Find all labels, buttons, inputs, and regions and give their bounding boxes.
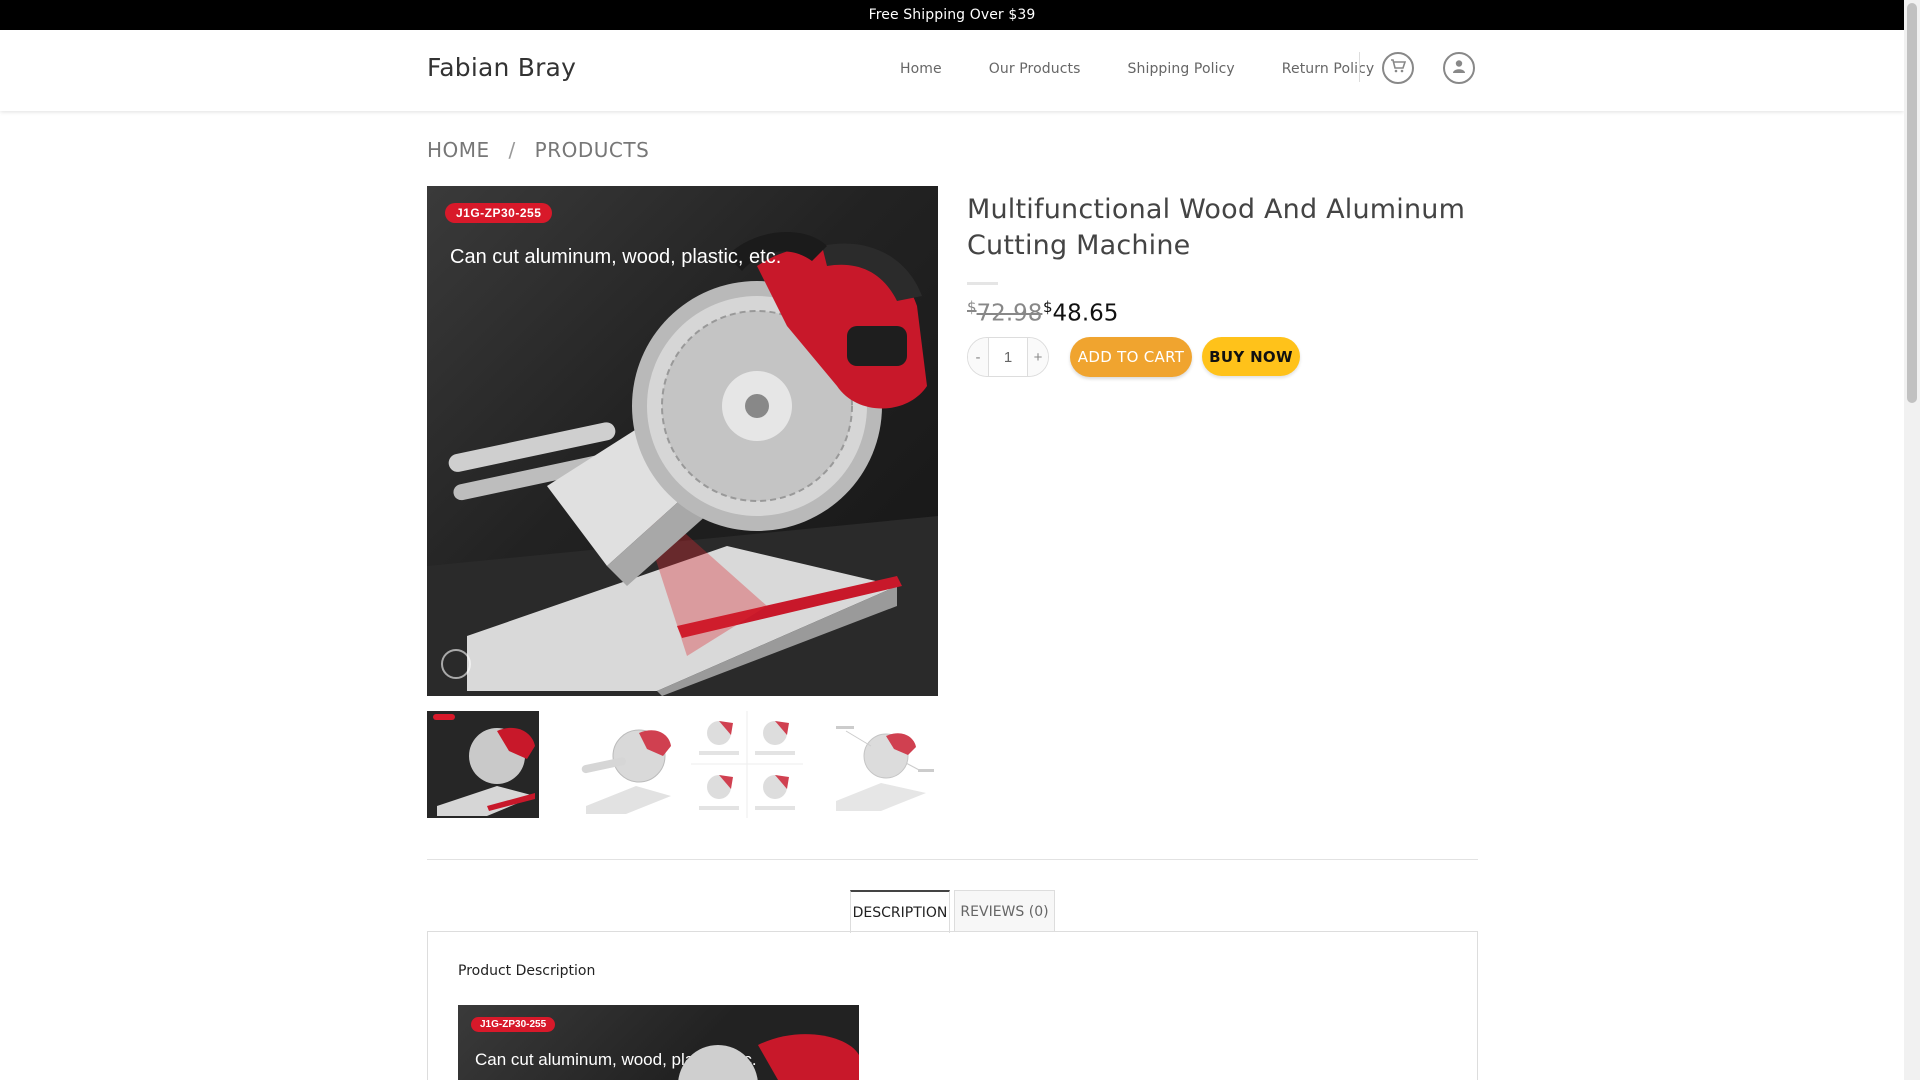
breadcrumb-products[interactable]: PRODUCTS bbox=[535, 138, 650, 162]
breadcrumb-home[interactable]: HOME bbox=[427, 138, 490, 162]
scrollbar-thumb[interactable] bbox=[1907, 3, 1917, 403]
description-image-badge: J1G-ZP30-255 bbox=[471, 1017, 556, 1032]
thumbnail-3[interactable] bbox=[691, 711, 803, 818]
sale-price: $48.65 bbox=[1043, 298, 1118, 327]
quantity-minus-button[interactable]: - bbox=[968, 338, 988, 376]
nav-our-products[interactable]: Our Products bbox=[989, 61, 1081, 77]
product-title: Multifunctional Wood And Aluminum Cuttin… bbox=[967, 194, 1466, 261]
description-image: J1G-ZP30-255 Can cut aluminum, wood, pla… bbox=[458, 1005, 859, 1080]
product-main-image[interactable]: J1G-ZP30-255 Can cut aluminum, wood, pla… bbox=[427, 186, 938, 696]
sale-price-currency: $ bbox=[1043, 298, 1053, 316]
nav-home[interactable]: Home bbox=[900, 61, 942, 77]
tab-reviews[interactable]: REVIEWS (0) bbox=[954, 890, 1055, 932]
nav-divider bbox=[1359, 52, 1360, 82]
account-button[interactable] bbox=[1443, 52, 1475, 84]
cart-button[interactable] bbox=[1382, 52, 1414, 84]
quantity-stepper: - 1 + bbox=[967, 337, 1049, 377]
breadcrumb: HOME / PRODUCTS bbox=[427, 138, 649, 162]
thumbnail-2[interactable] bbox=[571, 711, 683, 818]
cart-icon bbox=[1390, 58, 1407, 78]
original-price-currency: $ bbox=[967, 298, 977, 316]
nav-shipping-policy[interactable]: Shipping Policy bbox=[1128, 61, 1235, 77]
site-logo[interactable]: Fabian Bray bbox=[427, 53, 576, 82]
site-header: Fabian Bray Home Our Products Shipping P… bbox=[0, 30, 1904, 111]
breadcrumb-separator: / bbox=[508, 138, 516, 162]
zoom-icon[interactable] bbox=[441, 649, 471, 679]
shipping-banner: Free Shipping Over $39 bbox=[0, 0, 1904, 30]
product-image-caption: Can cut aluminum, wood, plastic, etc. bbox=[450, 246, 782, 268]
quantity-plus-button[interactable]: + bbox=[1028, 338, 1048, 376]
user-icon bbox=[1452, 59, 1466, 78]
tab-description[interactable]: DESCRIPTION bbox=[850, 890, 950, 933]
section-divider bbox=[427, 859, 1478, 860]
quantity-input[interactable]: 1 bbox=[988, 338, 1028, 376]
buy-now-button[interactable]: BUY NOW bbox=[1202, 337, 1300, 376]
thumbnail-4[interactable] bbox=[826, 711, 938, 818]
sale-price-value: 48.65 bbox=[1052, 300, 1119, 327]
original-price: $72.98 bbox=[967, 298, 1042, 327]
title-divider bbox=[967, 282, 998, 285]
shipping-banner-text: Free Shipping Over $39 bbox=[868, 7, 1036, 23]
description-image-caption: Can cut aluminum, wood, plastic, etc. bbox=[475, 1050, 757, 1069]
original-price-value: 72.98 bbox=[976, 300, 1043, 327]
thumbnail-1[interactable] bbox=[427, 711, 539, 818]
product-image-badge: J1G-ZP30-255 bbox=[445, 203, 553, 223]
panel-title: Product Description bbox=[458, 963, 596, 979]
main-nav: Home Our Products Shipping Policy Return… bbox=[900, 61, 1421, 77]
add-to-cart-button[interactable]: ADD TO CART bbox=[1070, 337, 1192, 377]
nav-return-policy[interactable]: Return Policy bbox=[1282, 61, 1374, 77]
